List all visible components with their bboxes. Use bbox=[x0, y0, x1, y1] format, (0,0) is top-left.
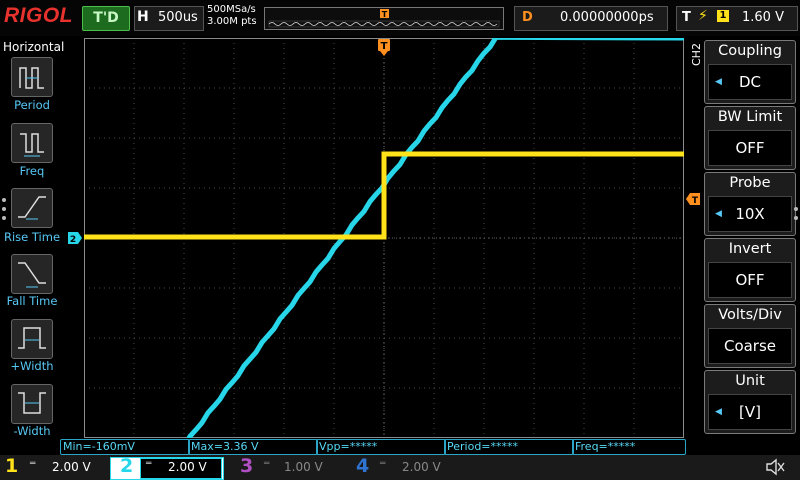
memory-depth: 3.00M pts bbox=[207, 16, 257, 27]
period-label: Period bbox=[14, 98, 50, 112]
svg-text:2: 2 bbox=[70, 235, 76, 244]
svg-text:T: T bbox=[382, 10, 388, 19]
page-dot bbox=[794, 207, 798, 211]
pos-width-button[interactable] bbox=[11, 319, 53, 359]
ch3-coupling-icon: ═ bbox=[264, 459, 270, 469]
left-panel-title: Horizontal bbox=[3, 40, 65, 54]
trigger-source-badge: 1 bbox=[717, 10, 729, 22]
trigger-edge-icon: ⚡ bbox=[698, 8, 708, 24]
trigger-level-marker[interactable]: T bbox=[686, 193, 700, 205]
rise-time-icon bbox=[18, 196, 46, 220]
ch2-number[interactable]: 2 bbox=[120, 455, 133, 477]
measure-period[interactable]: Period=***** bbox=[444, 439, 574, 455]
coupling-menu-button[interactable]: Coupling DC ◀ bbox=[704, 40, 796, 104]
unit-value-box: [V] ◀ bbox=[708, 394, 792, 430]
probe-title: Probe bbox=[729, 175, 771, 191]
probe-menu-button[interactable]: Probe 10X ◀ bbox=[704, 172, 796, 236]
ch3-scale[interactable]: 1.00 V bbox=[284, 460, 323, 474]
page-dot bbox=[2, 198, 6, 202]
timebase-value: 500us bbox=[158, 10, 198, 25]
fall-time-icon bbox=[18, 262, 46, 288]
trigger-status-badge: T'D bbox=[82, 6, 130, 31]
ch1-coupling-icon: ═ bbox=[30, 459, 36, 469]
period-icon bbox=[19, 67, 44, 89]
svg-text:T: T bbox=[381, 41, 388, 52]
volts-div-value: Coarse bbox=[723, 337, 777, 355]
trigger-position-marker[interactable]: T bbox=[378, 39, 390, 57]
ch4-number[interactable]: 4 bbox=[356, 455, 369, 477]
coupling-value-box: DC ◀ bbox=[708, 64, 792, 100]
trigger-level-value: 1.60 V bbox=[742, 10, 784, 25]
memory-overview-bar[interactable]: T bbox=[264, 7, 504, 30]
invert-value-box: OFF bbox=[708, 262, 792, 298]
bw-limit-value-box: OFF bbox=[708, 130, 792, 166]
ch2-coupling-icon: ═ bbox=[146, 459, 152, 469]
bw-limit-value: OFF bbox=[735, 139, 765, 157]
delay-label: D bbox=[522, 10, 533, 25]
sample-rate: 500MSa/s bbox=[207, 4, 256, 15]
rise-time-label: Rise Time bbox=[3, 230, 61, 244]
trigger-label: T bbox=[682, 10, 691, 25]
channel-tag: CH2 bbox=[690, 43, 703, 66]
volts-div-value-box: Coarse bbox=[708, 328, 792, 364]
fall-time-label: Fall Time bbox=[6, 294, 58, 308]
invert-title: Invert bbox=[728, 241, 772, 257]
probe-value-box: 10X ◀ bbox=[708, 196, 792, 232]
measure-max[interactable]: Max=3.36 V bbox=[188, 439, 318, 455]
rise-time-button[interactable] bbox=[11, 188, 53, 228]
svg-text:T: T bbox=[692, 196, 699, 205]
neg-width-button[interactable] bbox=[11, 384, 53, 424]
measure-min[interactable]: Min=-160mV bbox=[60, 439, 190, 455]
ch1-trace bbox=[84, 151, 684, 240]
rigol-logo: RIGOL bbox=[4, 4, 73, 27]
freq-button[interactable] bbox=[11, 123, 53, 163]
memory-overview-waveform: T bbox=[268, 9, 500, 28]
ch3-number[interactable]: 3 bbox=[240, 455, 253, 477]
freq-icon bbox=[20, 133, 44, 157]
bw-limit-title: BW Limit bbox=[717, 109, 783, 125]
page-dot bbox=[794, 216, 798, 220]
waveform-grid[interactable] bbox=[84, 38, 684, 438]
pos-width-icon bbox=[18, 327, 46, 349]
page-dot bbox=[2, 207, 6, 211]
ch4-coupling-icon: ═ bbox=[380, 459, 386, 469]
invert-menu-button[interactable]: Invert OFF bbox=[704, 238, 796, 302]
left-arrow-icon: ◀ bbox=[715, 209, 722, 219]
delay-value: 0.00000000ps bbox=[560, 10, 654, 25]
volts-div-menu-button[interactable]: Volts/Div Coarse bbox=[704, 304, 796, 368]
left-arrow-icon: ◀ bbox=[715, 77, 722, 87]
left-arrow-icon: ◀ bbox=[715, 407, 722, 417]
pos-width-label: +Width bbox=[10, 359, 54, 373]
measure-freq[interactable]: Freq=***** bbox=[572, 439, 686, 455]
unit-title: Unit bbox=[735, 373, 765, 389]
speaker-mute-icon[interactable] bbox=[764, 457, 786, 477]
volts-div-title: Volts/Div bbox=[718, 307, 782, 323]
ch4-scale[interactable]: 2.00 V bbox=[402, 460, 441, 474]
coupling-title: Coupling bbox=[718, 43, 782, 59]
unit-menu-button[interactable]: Unit [V] ◀ bbox=[704, 370, 796, 434]
ch2-ground-marker[interactable]: 2 bbox=[68, 232, 82, 244]
invert-value: OFF bbox=[735, 271, 765, 289]
fall-time-button[interactable] bbox=[11, 254, 53, 294]
page-dot bbox=[2, 216, 6, 220]
ch2-scale[interactable]: 2.00 V bbox=[168, 460, 207, 474]
ch1-number[interactable]: 1 bbox=[5, 455, 18, 477]
timebase-label: H bbox=[137, 9, 149, 25]
neg-width-label: -Width bbox=[13, 424, 51, 438]
bw-limit-menu-button[interactable]: BW Limit OFF bbox=[704, 106, 796, 170]
period-button[interactable] bbox=[11, 57, 53, 97]
neg-width-icon bbox=[18, 392, 46, 414]
ch1-scale[interactable]: 2.00 V bbox=[52, 460, 91, 474]
measure-vpp[interactable]: Vpp=***** bbox=[316, 439, 446, 455]
freq-label: Freq bbox=[19, 164, 45, 178]
